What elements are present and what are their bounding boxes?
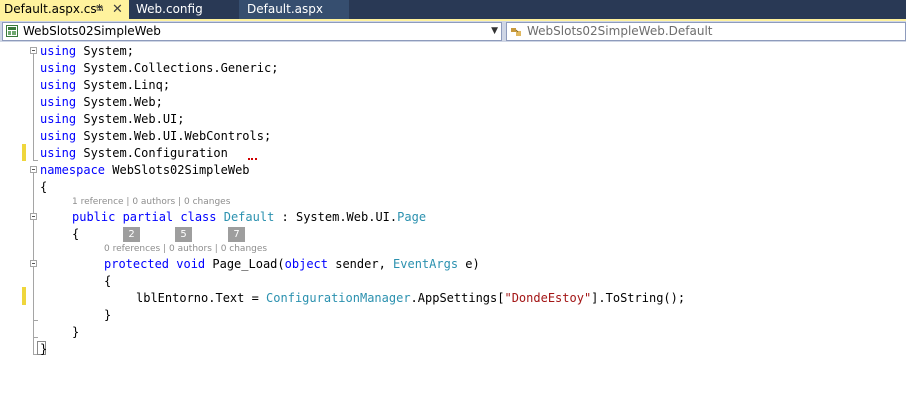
count-badge[interactable]: 5 <box>175 227 192 242</box>
brace: } <box>40 342 48 356</box>
code-line: { <box>0 179 906 196</box>
code-line: using System.Web.UI.WebControls; <box>0 128 906 145</box>
code-line: public partial class Default : System.We… <box>0 209 906 226</box>
class-icon <box>511 28 521 36</box>
tab-label: Default.aspx.cs* <box>4 2 103 16</box>
keyword: public partial class <box>72 210 217 224</box>
brace: { <box>72 227 80 241</box>
document-tab-strip: Default.aspx.cs* ⭾ ✕ Web.config Default.… <box>0 0 906 19</box>
parameter: e) <box>458 257 480 271</box>
keyword: using <box>40 61 77 75</box>
tab-web-config[interactable]: Web.config <box>132 0 240 19</box>
pin-icon[interactable]: ⭾ <box>96 0 104 19</box>
namespace-ref: System.Collections.Generic; <box>76 61 279 75</box>
namespace-ref: System.Web.UI.WebControls; <box>76 129 272 143</box>
close-icon[interactable]: ✕ <box>112 0 123 19</box>
namespace-ref: System.Configuration <box>76 146 228 160</box>
namespace-name: WebSlots02SimpleWeb <box>105 163 250 177</box>
keyword: using <box>40 95 77 109</box>
code-line: lblEntorno.Text = ConfigurationManager.A… <box>0 290 906 307</box>
string-literal: "DondeEstoy" <box>504 291 592 305</box>
code-line: using System.Web; <box>0 94 906 111</box>
keyword: protected void <box>104 257 206 271</box>
statement: lblEntorno.Text = <box>136 291 267 305</box>
method-name: Page_Load( <box>205 257 285 271</box>
member-combo[interactable]: WebSlots02SimpleWeb.Default <box>506 22 906 41</box>
project-combo[interactable]: WebSlots02SimpleWeb ▼ <box>2 22 502 41</box>
member-combo-value: WebSlots02SimpleWeb.Default <box>527 24 713 38</box>
tab-default-aspx-cs[interactable]: Default.aspx.cs* ⭾ ✕ <box>0 0 129 19</box>
namespace-ref: System.Web.UI; <box>76 112 185 126</box>
namespace-ref: System; <box>76 44 134 58</box>
count-badge[interactable]: 2 <box>123 227 140 242</box>
code-line: } <box>0 341 906 358</box>
keyword: using <box>40 146 77 160</box>
type-name: EventArgs <box>393 257 459 271</box>
code-line: using System.Linq; <box>0 77 906 94</box>
keyword: using <box>40 129 77 143</box>
chevron-down-icon[interactable]: ▼ <box>491 23 498 40</box>
brace: { <box>40 180 48 194</box>
codelens-method[interactable]: 0 references | 0 authors | 0 changes <box>104 244 267 254</box>
statement: .AppSettings[ <box>410 291 505 305</box>
class-colon: : System.Web.UI. <box>274 210 398 224</box>
keyword: namespace <box>40 163 106 177</box>
keyword: using <box>40 78 77 92</box>
code-line: } <box>0 324 906 341</box>
error-squiggle[interactable] <box>248 155 257 160</box>
code-line: protected void Page_Load(object sender, … <box>0 256 906 273</box>
brace: } <box>72 325 80 339</box>
code-line: } <box>0 307 906 324</box>
tab-label: Default.aspx <box>247 2 323 16</box>
type-name: ConfigurationManager <box>266 291 411 305</box>
project-combo-value: WebSlots02SimpleWeb <box>23 24 161 38</box>
brace: } <box>104 308 112 322</box>
keyword: object <box>284 257 328 271</box>
parameter: sender, <box>328 257 394 271</box>
tab-default-aspx[interactable]: Default.aspx <box>239 0 349 19</box>
keyword: using <box>40 44 77 58</box>
keyword: using <box>40 112 77 126</box>
code-line: using System.Collections.Generic; <box>0 60 906 77</box>
statement: ].ToString(); <box>591 291 686 305</box>
brace: { <box>104 274 112 288</box>
class-name: Default <box>223 210 275 224</box>
tab-label: Web.config <box>136 2 203 16</box>
namespace-ref: System.Linq; <box>76 78 171 92</box>
count-badge[interactable]: 7 <box>228 227 245 242</box>
codelens-class[interactable]: 1 reference | 0 authors | 0 changes <box>72 197 230 207</box>
code-line: using System.Web.UI; <box>0 111 906 128</box>
code-line: { <box>0 273 906 290</box>
code-editor[interactable]: using System; using System.Collections.G… <box>0 42 906 403</box>
base-type: Page <box>397 210 427 224</box>
code-line: namespace WebSlots02SimpleWeb <box>0 162 906 179</box>
code-line: using System; <box>0 43 906 60</box>
navigation-bar: WebSlots02SimpleWeb ▼ WebSlots02SimpleWe… <box>0 21 906 42</box>
namespace-ref: System.Web; <box>76 95 163 109</box>
code-line: using System.Configuration <box>0 145 906 162</box>
project-icon <box>6 25 18 37</box>
